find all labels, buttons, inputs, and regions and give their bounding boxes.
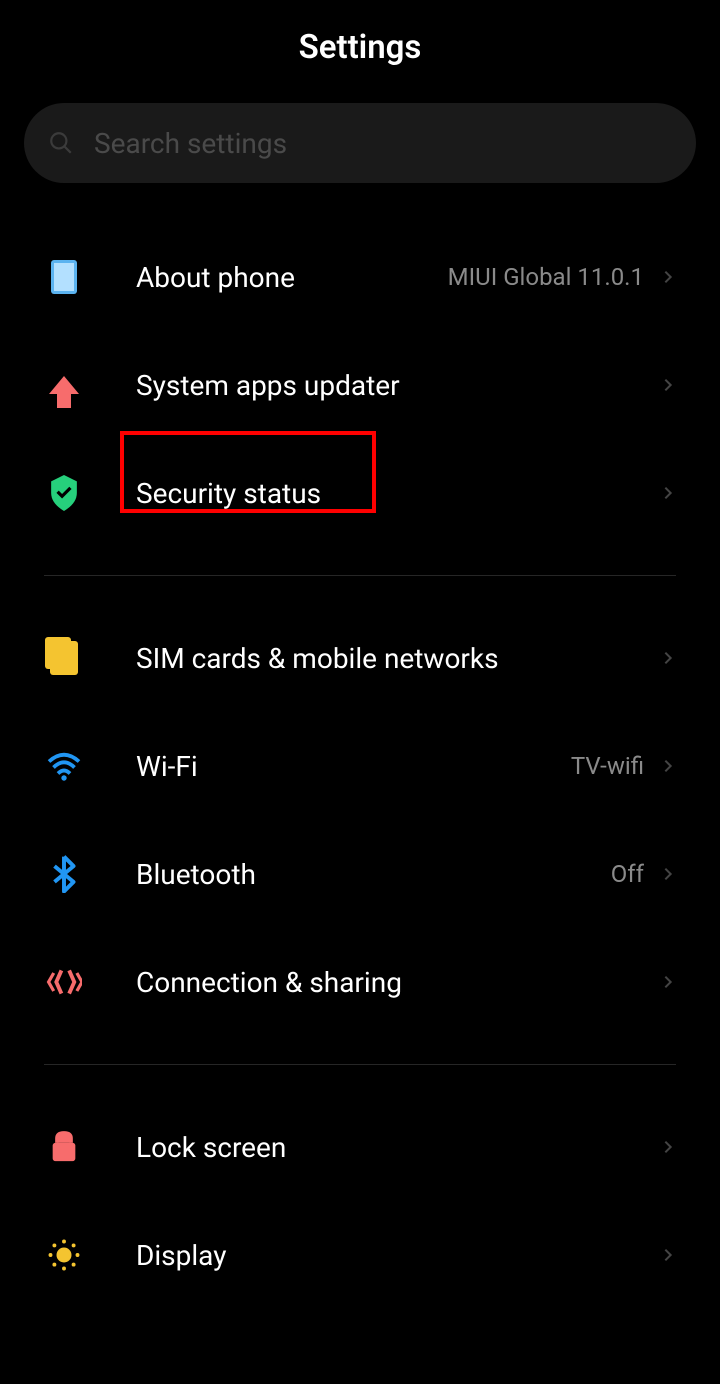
settings-item-wifi[interactable]: Wi-Fi TV-wifi <box>0 712 720 820</box>
item-label: Display <box>136 1239 660 1272</box>
shield-icon <box>44 473 84 513</box>
chevron-right-icon <box>660 758 676 774</box>
item-label: Lock screen <box>136 1131 660 1164</box>
divider <box>44 1064 676 1065</box>
display-icon <box>44 1235 84 1275</box>
settings-item-lock-screen[interactable]: Lock screen <box>0 1093 720 1201</box>
settings-list: About phone MIUI Global 11.0.1 System ap… <box>0 183 720 1309</box>
sharing-icon <box>44 962 84 1002</box>
chevron-right-icon <box>660 1139 676 1155</box>
item-label: SIM cards & mobile networks <box>136 642 660 675</box>
item-label: About phone <box>136 261 448 294</box>
item-label: System apps updater <box>136 369 660 402</box>
bluetooth-icon <box>44 854 84 894</box>
lock-icon <box>44 1127 84 1167</box>
settings-item-display[interactable]: Display <box>0 1201 720 1309</box>
search-bar[interactable]: Search settings <box>24 103 696 183</box>
chevron-right-icon <box>660 650 676 666</box>
wifi-icon <box>44 746 84 786</box>
arrow-up-icon <box>44 365 84 405</box>
phone-icon <box>44 257 84 297</box>
item-label: Security status <box>136 477 660 510</box>
settings-item-sim-cards[interactable]: SIM cards & mobile networks <box>0 604 720 712</box>
search-placeholder: Search settings <box>94 127 287 160</box>
settings-item-connection-sharing[interactable]: Connection & sharing <box>0 928 720 1036</box>
page-title: Settings <box>0 28 720 67</box>
item-value: MIUI Global 11.0.1 <box>448 263 644 291</box>
settings-item-about-phone[interactable]: About phone MIUI Global 11.0.1 <box>0 223 720 331</box>
divider <box>44 575 676 576</box>
search-icon <box>48 130 74 156</box>
item-value: Off <box>611 860 644 888</box>
item-label: Bluetooth <box>136 858 611 891</box>
sim-icon <box>44 638 84 678</box>
chevron-right-icon <box>660 1247 676 1263</box>
settings-item-bluetooth[interactable]: Bluetooth Off <box>0 820 720 928</box>
item-label: Wi-Fi <box>136 750 571 783</box>
chevron-right-icon <box>660 269 676 285</box>
chevron-right-icon <box>660 377 676 393</box>
chevron-right-icon <box>660 974 676 990</box>
header: Settings <box>0 0 720 103</box>
chevron-right-icon <box>660 866 676 882</box>
item-value: TV-wifi <box>571 752 644 780</box>
item-label: Connection & sharing <box>136 966 660 999</box>
settings-item-security-status[interactable]: Security status <box>0 439 720 547</box>
chevron-right-icon <box>660 485 676 501</box>
settings-item-system-apps-updater[interactable]: System apps updater <box>0 331 720 439</box>
